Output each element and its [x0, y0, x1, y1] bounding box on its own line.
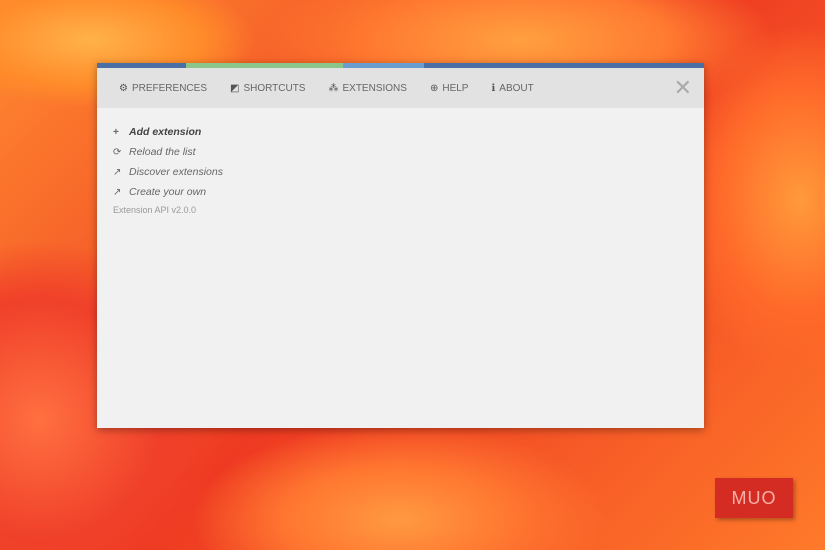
- tab-label: EXTENSIONS: [342, 82, 407, 94]
- create-your-own-link[interactable]: ↗ Create your own: [113, 182, 688, 202]
- link-label: Discover extensions: [129, 166, 223, 178]
- plus-icon: +: [113, 126, 119, 138]
- discover-extensions-link[interactable]: ↗ Discover extensions: [113, 162, 688, 182]
- tab-extensions[interactable]: ⁂ EXTENSIONS: [328, 83, 406, 94]
- muo-watermark: MUO: [715, 478, 793, 518]
- link-label: Create your own: [129, 186, 207, 198]
- tab-preferences[interactable]: ⚙ PREFERENCES: [119, 83, 207, 94]
- link-label: Reload the list: [129, 146, 196, 158]
- tab-about[interactable]: ℹ ABOUT: [491, 83, 533, 94]
- tab-label: HELP: [442, 82, 469, 94]
- info-icon: ℹ: [491, 82, 496, 94]
- lifebuoy-icon: ⊕: [429, 82, 439, 94]
- extensions-window: ⚙ PREFERENCES ◩ SHORTCUTS ⁂ EXTENSIONS ⊕ HEL…: [97, 63, 704, 428]
- tab-shortcuts[interactable]: ◩ SHORTCUTS: [230, 83, 306, 94]
- close-icon[interactable]: ✕: [674, 77, 692, 99]
- api-version: Extension API v2.0.0: [113, 205, 197, 215]
- tab-bar: ⚙ PREFERENCES ◩ SHORTCUTS ⁂ EXTENSIONS ⊕ HEL…: [97, 68, 704, 108]
- add-extension-link[interactable]: + Add extension: [113, 122, 688, 142]
- external-link-icon: ↗: [113, 186, 122, 198]
- tab-label: ABOUT: [499, 82, 534, 94]
- tab-label: SHORTCUTS: [243, 82, 306, 94]
- external-link-icon: ↗: [113, 166, 122, 178]
- gear-icon: ⚙: [119, 82, 128, 94]
- refresh-icon: ⟳: [113, 146, 122, 158]
- tab-help[interactable]: ⊕ HELP: [430, 83, 469, 94]
- extensions-panel: + Add extension ⟳ Reload the list ↗ Discove…: [97, 108, 704, 229]
- tab-label: PREFERENCES: [131, 82, 207, 94]
- cubes-icon: ⁂: [328, 82, 339, 94]
- shortcut-icon: ◩: [229, 82, 240, 94]
- reload-list-link[interactable]: ⟳ Reload the list: [113, 142, 688, 162]
- link-label: Add extension: [129, 126, 202, 138]
